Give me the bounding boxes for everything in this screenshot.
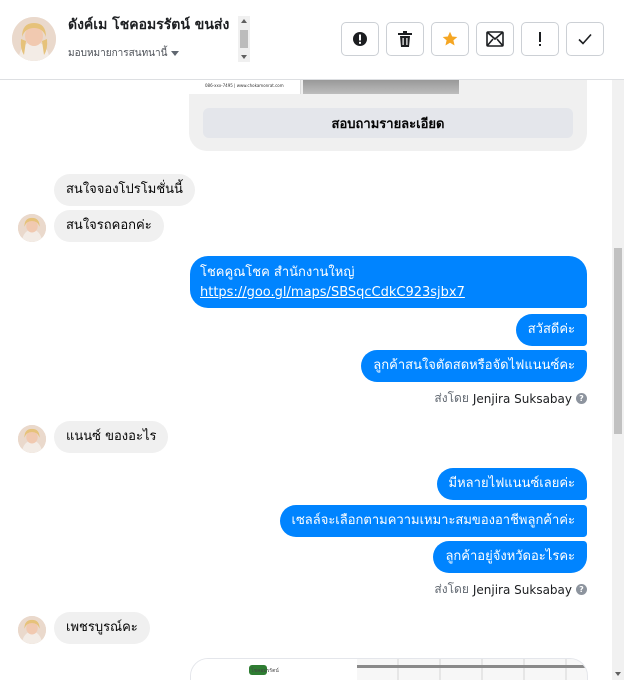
promo2-image-photo[interactable] <box>357 659 587 680</box>
sent-by-prefix: ส่งโดย <box>434 391 469 405</box>
message-thread[interactable]: 086-xxx-7495 | www.chokamonrat.com สอบถา… <box>0 80 612 680</box>
thread-scrollbar[interactable] <box>612 80 624 680</box>
message-outgoing-link[interactable]: โชคคูณโชค สำนักงานใหญ่ https://goo.gl/ma… <box>190 256 587 308</box>
star-icon <box>442 31 458 46</box>
conversation-actions <box>341 22 604 56</box>
map-link[interactable]: https://goo.gl/maps/SBSqcCdkC923sjbx7 <box>200 285 465 300</box>
sent-by-label: ส่งโดย Jenjira Suksabay? <box>434 389 587 408</box>
contact-avatar-small[interactable] <box>18 616 46 644</box>
mark-unread-button[interactable] <box>476 22 514 56</box>
message-text: โชคคูณโชค สำนักงานใหญ่ <box>200 265 355 280</box>
message-incoming[interactable]: สนใจจองโปรโมชั่นนี้ <box>54 174 195 206</box>
alert-circle-icon <box>353 32 367 46</box>
brochure-caption: 086-xxx-7495 | www.chokamonrat.com <box>205 83 284 88</box>
sent-by-agent: Jenjira Suksabay <box>472 391 572 406</box>
contact-info: ดังค์เม โชคอมรรัตน์ ขนส่ง มอบหมายการสนทน… <box>68 14 252 64</box>
help-icon[interactable]: ? <box>576 584 587 595</box>
scroll-down-icon[interactable] <box>241 55 247 59</box>
sent-by-label: ส่งโดย Jenjira Suksabay? <box>434 580 587 599</box>
inquire-details-button[interactable]: สอบถามรายละเอียด <box>203 108 573 138</box>
spam-button[interactable] <box>341 22 379 56</box>
name-scrollbar[interactable] <box>238 16 250 62</box>
contact-avatar[interactable] <box>12 17 56 61</box>
check-icon <box>578 33 592 45</box>
delete-button[interactable] <box>386 22 424 56</box>
message-outgoing[interactable]: เซลล์จะเลือกตามความเหมาะสมของอาชีพลูกค้า… <box>279 505 587 537</box>
scroll-thumb[interactable] <box>614 248 622 434</box>
contact-avatar-small[interactable] <box>18 425 46 453</box>
sent-by-agent: Jenjira Suksabay <box>472 582 572 597</box>
done-button[interactable] <box>566 22 604 56</box>
message-outgoing[interactable]: ลูกค้าสนใจตัดสดหรือจัดไฟแนนซ์คะ <box>361 350 587 382</box>
brand-logo-text: โชคอมรรัตน์ <box>251 668 279 674</box>
scroll-up-icon[interactable] <box>241 19 247 23</box>
photo-detail <box>357 665 587 668</box>
promo2-image-brochure[interactable]: โชคอมรรัตน์ <box>191 659 357 680</box>
mark-unread-icon <box>486 31 504 47</box>
follow-up-button[interactable] <box>521 22 559 56</box>
help-icon[interactable]: ? <box>576 393 587 404</box>
exclamation-icon <box>539 32 541 46</box>
message-outgoing[interactable]: ลูกค้าอยู่จังหวัดอะไรคะ <box>433 541 587 573</box>
promo-card: 086-xxx-7495 | www.chokamonrat.com สอบถา… <box>189 80 587 151</box>
promo-image-brochure[interactable]: 086-xxx-7495 | www.chokamonrat.com <box>189 80 301 94</box>
message-incoming[interactable]: แนนซ์ ของอะไร <box>54 421 169 453</box>
scroll-thumb[interactable] <box>240 30 248 48</box>
message-incoming[interactable]: เพชรบูรณ์คะ <box>54 612 150 644</box>
promo-image-photo[interactable] <box>303 80 459 94</box>
star-button[interactable] <box>431 22 469 56</box>
contact-avatar-small[interactable] <box>18 214 46 242</box>
message-outgoing[interactable]: มีหลายไฟแนนซ์เลยค่ะ <box>436 468 587 500</box>
scroll-down-icon[interactable] <box>615 672 621 676</box>
message-incoming[interactable]: สนใจรถคอกค่ะ <box>54 210 164 242</box>
message-outgoing[interactable]: สวัสดีค่ะ <box>515 314 587 346</box>
promo-card-2[interactable]: โชคอมรรัตน์ <box>190 658 588 680</box>
assign-conversation[interactable]: มอบหมายการสนทนานี้ <box>68 46 180 61</box>
sent-by-prefix: ส่งโดย <box>434 582 469 596</box>
conversation-header: ดังค์เม โชคอมรรัตน์ ขนส่ง มอบหมายการสนทน… <box>0 0 624 80</box>
contact-name[interactable]: ดังค์เม โชคอมรรัตน์ ขนส่ง <box>68 14 252 36</box>
trash-icon <box>398 31 412 47</box>
caret-down-icon <box>171 50 180 56</box>
assign-label: มอบหมายการสนทนานี้ <box>68 48 168 59</box>
